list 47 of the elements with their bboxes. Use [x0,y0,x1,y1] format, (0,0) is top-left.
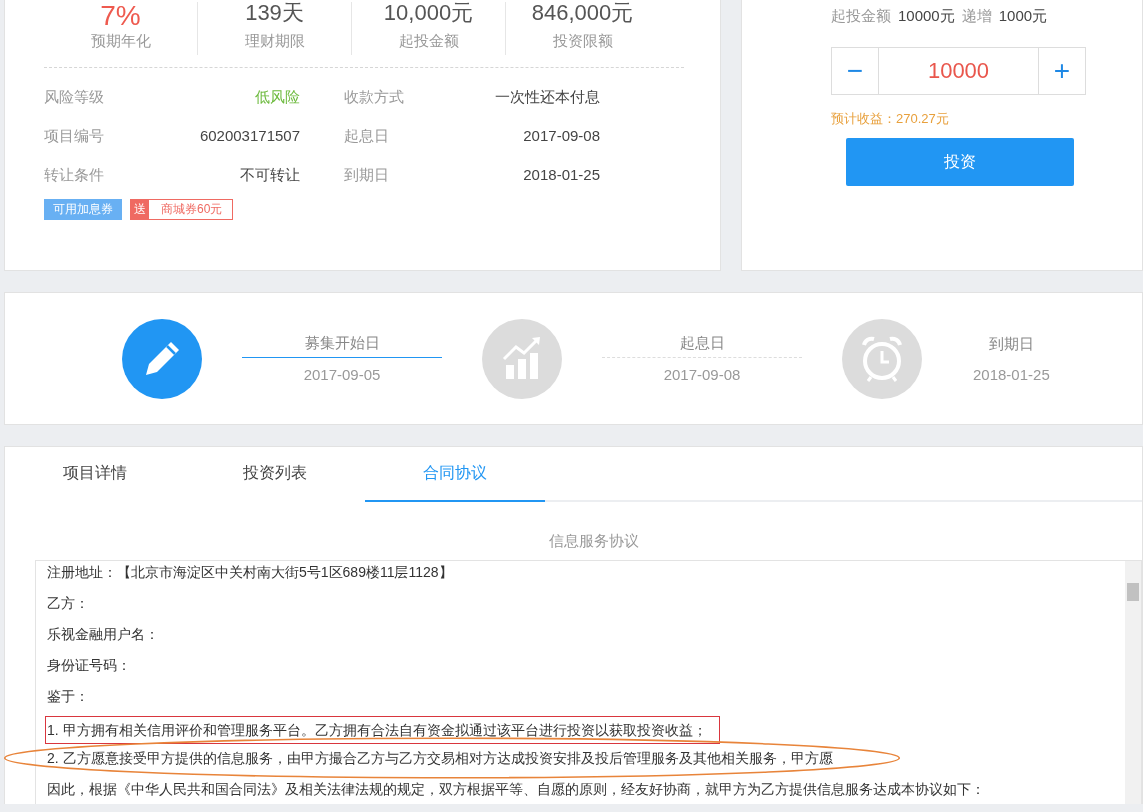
detail-value: 2017-09-08 [523,126,600,146]
scrollbar[interactable] [1125,561,1141,804]
coupon-tag: 可用加息券 [44,199,122,220]
invest-button[interactable]: 投资 [846,138,1074,186]
timeline-date: 2017-09-05 [303,366,381,383]
timeline-label: 起息日 [602,334,802,358]
amount-field[interactable]: 10000 [878,48,1039,94]
stat-value: 10,000元 [383,2,474,27]
amount-stepper[interactable]: − 10000 + [831,47,1086,95]
detail-value: 一次性还本付息 [495,87,600,107]
detail-label: 项目编号 [44,126,104,146]
stat-label: 投资限额 [552,32,613,51]
detail-label: 到期日 [344,165,389,185]
stat-label: 预期年化 [90,32,151,51]
step-value: 1000元 [998,7,1048,26]
detail-label: 风险等级 [44,87,104,107]
detail-value: 2018-01-25 [523,165,600,185]
contract-paragraph: 鉴于： [46,687,90,706]
stat-label: 理财期限 [244,32,305,51]
timeline-label: 募集开始日 [242,334,442,358]
gift-text: 商城券60元 [160,201,224,218]
contract-paragraph: 注册地址：【北京市海淀区中关村南大街5号1区689楼11层1128】 [46,563,454,582]
min-label: 起投金额 [831,7,891,26]
detail-value: 低风险 [255,87,300,107]
detail-label: 收款方式 [344,87,404,107]
stat-value: 139天 [245,2,304,27]
timeline-date: 2017-09-08 [663,366,741,383]
detail-label: 起息日 [344,126,389,146]
step-label: 递增 [961,7,992,26]
contract-paragraph: 乐视金融用户名： [46,625,160,644]
detail-value: 不可转让 [240,165,300,185]
expected-earnings: 预计收益：270.27元 [831,110,949,128]
contract-paragraph: 因此，根据《中华人民共和国合同法》及相关法律法规的规定，双方根据平等、自愿的原则，经友好协商，就甲方为乙方提供信息服务达成本协议如下： [46,780,986,799]
min-value: 10000元 [898,7,955,26]
highlighted-paragraph: 1. 甲方拥有相关信用评价和管理服务平台。乙方拥有合法自有资金拟通过该平台进行投资以获取投资收益； [45,716,720,744]
contract-paragraph: 2. 乙方愿意接受甲方提供的信息服务，由甲方撮合乙方与乙方交易相对方达成投资安排及投后管理服务及其他相关服务，甲方愿 [46,749,834,768]
detail-label: 转让条件 [44,165,104,185]
stat-value: 846,000元 [531,2,634,27]
gift-badge: 送 [131,200,149,219]
stat-label: 起投金额 [398,32,459,51]
timeline-date: 2018-01-25 [973,365,1050,383]
stat-value: 7% [100,2,141,29]
detail-value: 602003171507 [199,126,300,146]
timeline-label: 到期日 [987,334,1035,354]
contract-paragraph: 乙方： [46,594,90,613]
contract-title: 信息服务协议 [548,532,640,551]
contract-paragraph: 身份证号码： [46,656,132,675]
